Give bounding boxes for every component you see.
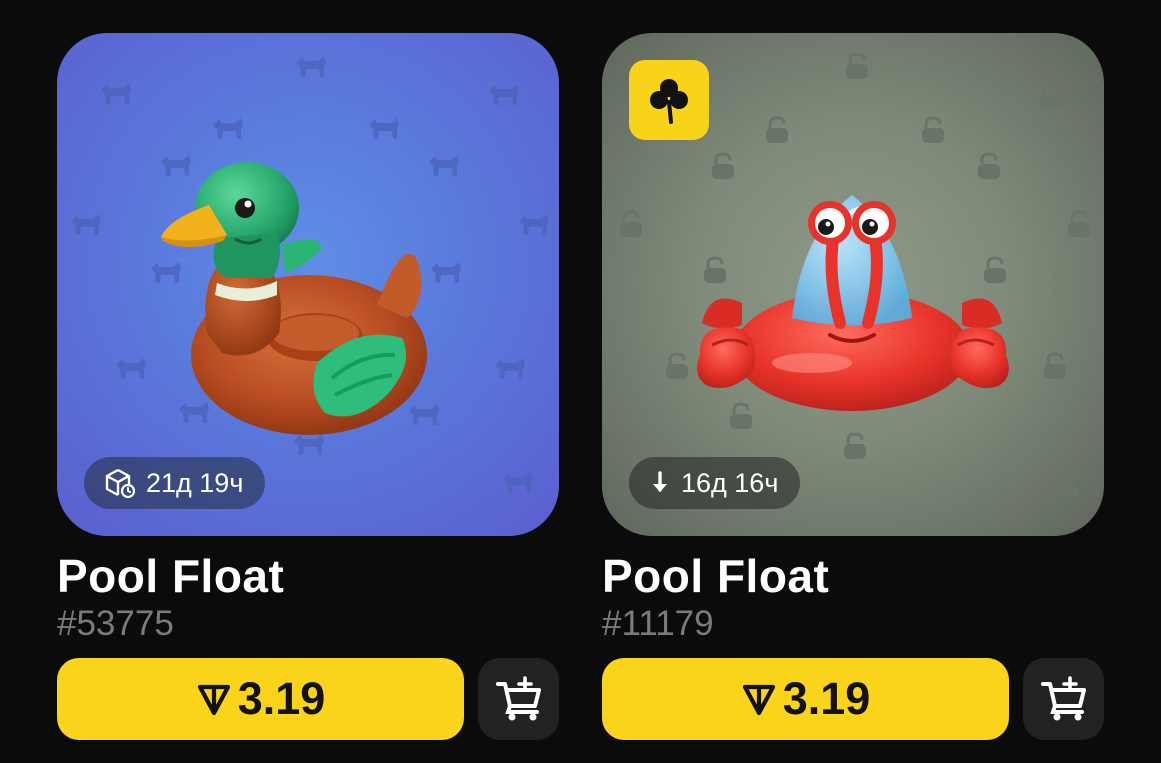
gift-thumbnail[interactable]: 16д 16ч (602, 33, 1104, 536)
gift-title: Pool Float (57, 550, 285, 602)
gift-card: 21д 19ч Pool Float #53775 3.19 (57, 33, 559, 740)
card-actions: 3.19 (57, 658, 559, 740)
gift-number: #11179 (602, 604, 714, 643)
buy-button[interactable]: 3.19 (57, 658, 464, 740)
ton-icon (742, 684, 775, 716)
gift-number: #53775 (57, 604, 174, 643)
gift-grid: 21д 19ч Pool Float #53775 3.19 16д 16ч P… (0, 0, 1161, 763)
arrow-down-icon (653, 471, 667, 492)
price-label: 3.19 (237, 673, 326, 724)
price-label: 3.19 (782, 673, 871, 724)
gift-card: 16д 16ч Pool Float #11179 3.19 (602, 33, 1104, 740)
card-actions: 3.19 (602, 658, 1104, 740)
cart-plus-icon (1040, 676, 1086, 721)
cart-plus-icon (495, 676, 541, 721)
timer-text: 16д 16ч (681, 467, 779, 498)
buy-button[interactable]: 3.19 (602, 658, 1009, 740)
add-to-cart-button[interactable] (1023, 658, 1104, 740)
ton-icon (197, 684, 230, 716)
gift-thumbnail[interactable]: 21д 19ч (57, 33, 559, 536)
add-to-cart-button[interactable] (478, 658, 559, 740)
timer-badge: 16д 16ч (629, 457, 801, 509)
timer-badge: 21д 19ч (84, 457, 266, 509)
timer-text: 21д 19ч (146, 467, 244, 498)
cube-clock-icon (105, 468, 136, 499)
gift-title: Pool Float (602, 550, 830, 602)
